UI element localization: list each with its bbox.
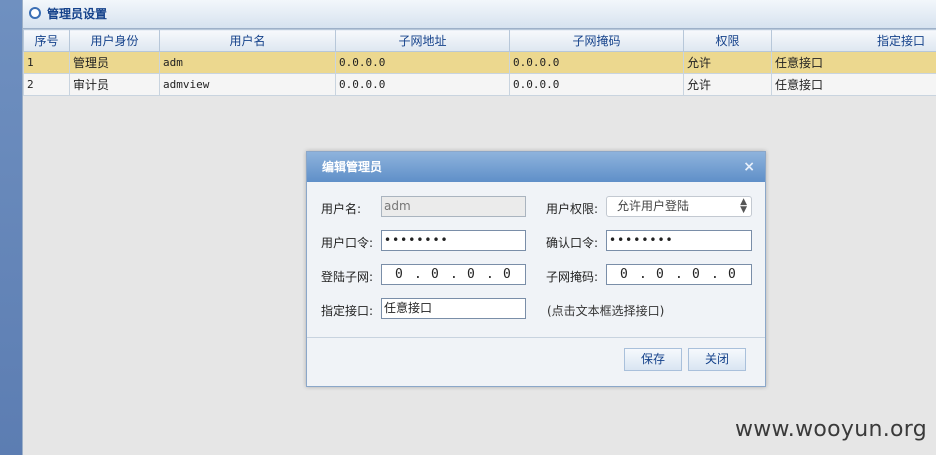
ip-octet[interactable]: 0: [728, 265, 736, 284]
close-button[interactable]: 关闭: [688, 348, 746, 371]
column-header-role[interactable]: 用户身份: [69, 29, 160, 52]
column-header-permission[interactable]: 权限: [683, 29, 772, 52]
cell-permission: 允许: [683, 51, 772, 74]
column-header-subnet[interactable]: 子网地址: [335, 29, 510, 52]
dialog-title: 编辑管理员: [322, 160, 383, 174]
cell-mask: 0.0.0.0: [509, 73, 684, 96]
ip-dot: .: [711, 267, 719, 282]
cell-subnet: 0.0.0.0: [335, 51, 510, 74]
cell-role: 审计员: [69, 73, 160, 96]
ip-octet[interactable]: 0: [467, 265, 475, 284]
ip-octet[interactable]: 0: [620, 265, 628, 284]
table-row[interactable]: 2 审计员 admview 0.0.0.0 0.0.0.0 允许 任意接口: [23, 73, 936, 96]
ip-dot: .: [639, 267, 647, 282]
column-header-interface[interactable]: 指定接口: [771, 29, 936, 52]
ip-dot: .: [486, 267, 494, 282]
settings-icon: [29, 7, 41, 19]
left-nav-strip: [0, 0, 23, 455]
ip-octet[interactable]: 0: [431, 265, 439, 284]
username-field: adm: [381, 196, 526, 217]
subnet-label: 登陆子网:: [321, 270, 374, 284]
mask-ip-field[interactable]: 0 . 0 . 0 . 0: [606, 264, 752, 285]
table-header-row: 序号 用户身份 用户名 子网地址 子网掩码 权限 指定接口: [23, 29, 936, 52]
panel-title: 管理员设置: [47, 7, 108, 21]
password-label: 用户口令:: [321, 236, 374, 250]
cell-username: admview: [159, 73, 336, 96]
dialog-body: 用户名: adm 用户权限: 允许用户登陆 ▲ ▼ 用户口令: •••••••• …: [307, 182, 765, 338]
ip-dot: .: [675, 267, 683, 282]
confirm-password-label: 确认口令:: [546, 236, 599, 250]
admin-table: 序号 用户身份 用户名 子网地址 子网掩码 权限 指定接口 1 管理员 adm …: [23, 29, 936, 96]
ip-dot: .: [414, 267, 422, 282]
confirm-password-field[interactable]: ••••••••: [606, 230, 752, 251]
subnet-ip-field[interactable]: 0 . 0 . 0 . 0: [381, 264, 526, 285]
permission-label: 用户权限:: [546, 202, 599, 216]
chevron-updown-icon: ▲ ▼: [740, 197, 747, 215]
edit-admin-dialog: 编辑管理员 × 用户名: adm 用户权限: 允许用户登陆 ▲ ▼ 用户口令: •…: [306, 151, 766, 387]
ip-octet[interactable]: 0: [692, 265, 700, 284]
ip-octet[interactable]: 0: [503, 265, 511, 284]
cell-index: 2: [23, 73, 70, 96]
cell-subnet: 0.0.0.0: [335, 73, 510, 96]
panel-header: 管理员设置: [23, 0, 936, 29]
cell-interface: 任意接口: [771, 51, 936, 74]
ip-octet[interactable]: 0: [395, 265, 403, 284]
mask-label: 子网掩码:: [546, 270, 599, 284]
cell-mask: 0.0.0.0: [509, 51, 684, 74]
close-icon[interactable]: ×: [743, 152, 755, 182]
save-button[interactable]: 保存: [624, 348, 682, 371]
permission-select[interactable]: 允许用户登陆 ▲ ▼: [606, 196, 752, 217]
interface-label: 指定接口:: [321, 304, 374, 318]
ip-dot: .: [450, 267, 458, 282]
permission-select-value: 允许用户登陆: [617, 199, 690, 213]
column-header-username[interactable]: 用户名: [159, 29, 336, 52]
username-label: 用户名:: [321, 202, 362, 216]
column-header-index[interactable]: 序号: [23, 29, 70, 52]
cell-role: 管理员: [69, 51, 160, 74]
dialog-titlebar[interactable]: 编辑管理员 ×: [307, 152, 765, 182]
column-header-mask[interactable]: 子网掩码: [509, 29, 684, 52]
cell-index: 1: [23, 51, 70, 74]
interface-field[interactable]: 任意接口: [381, 298, 526, 319]
cell-permission: 允许: [683, 73, 772, 96]
cell-username: adm: [159, 51, 336, 74]
watermark: www.wooyun.org: [734, 417, 927, 442]
cell-interface: 任意接口: [771, 73, 936, 96]
password-field[interactable]: ••••••••: [381, 230, 526, 251]
table-row[interactable]: 1 管理员 adm 0.0.0.0 0.0.0.0 允许 任意接口: [23, 51, 936, 74]
interface-hint: (点击文本框选择接口): [547, 304, 665, 318]
ip-octet[interactable]: 0: [656, 265, 664, 284]
